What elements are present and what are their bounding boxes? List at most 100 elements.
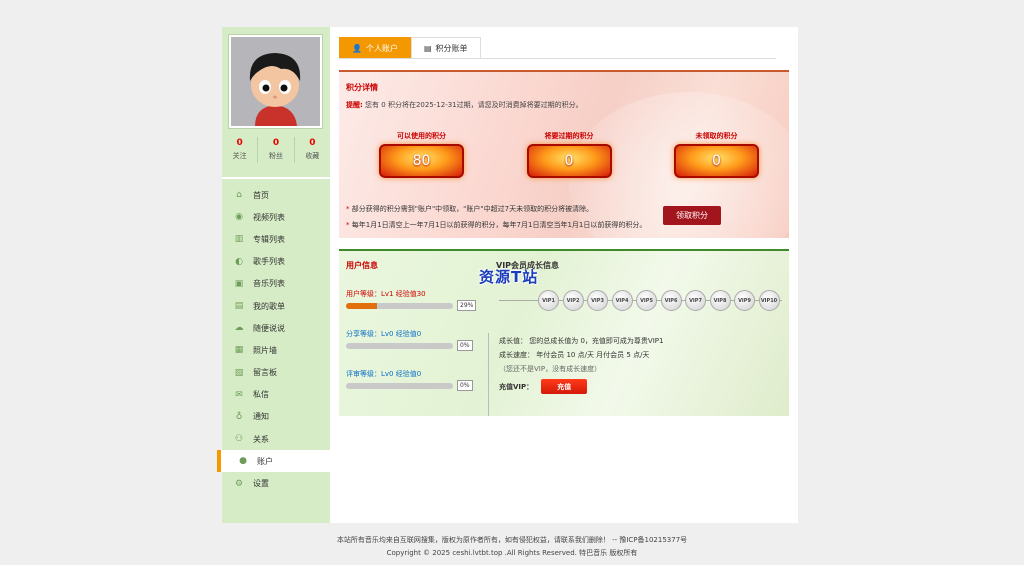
- share-level: 分享等级：Lv0 经验值0 0%: [346, 328, 481, 351]
- rule-text: 部分获得的积分需到"账户"中领取，"账户"中超过7天未领取的积分将被清除。: [351, 205, 594, 213]
- rule-line: * 部分获得的积分需到"账户"中领取，"账户"中超过7天未领取的积分将被清除。: [346, 201, 646, 217]
- bill-icon: ▤: [423, 43, 432, 53]
- album-icon: ▥: [234, 234, 244, 245]
- tab-personal-account[interactable]: 👤 个人账户: [339, 37, 411, 58]
- vip-level-badge: VIP5: [636, 290, 657, 311]
- bell-icon: ♁: [235, 411, 243, 422]
- sidebar-item-albums[interactable]: ▥ 专辑列表: [222, 228, 330, 250]
- badge-label: 未领取的积分: [695, 132, 738, 140]
- progress-bar: [346, 382, 453, 389]
- progress-percent: 0%: [457, 380, 473, 391]
- sidebar-item-videos[interactable]: ◉ 视频列表: [222, 206, 330, 228]
- recharge-vip-row: 充值VIP： 充值: [499, 379, 588, 394]
- growth-speed: 成长速度： 年付会员 10 点/天 月付会员 5 点/天: [499, 351, 650, 359]
- progress-bar: [346, 342, 453, 349]
- chat-icon: ☁: [234, 323, 244, 334]
- vip-level-track: VIP1 VIP2 VIP3 VIP4 VIP5 VIP6 VIP7 VIP8 …: [538, 290, 780, 311]
- stat-favorites[interactable]: 0 收藏: [293, 137, 330, 163]
- rule-text: 每年1月1日清空上一年7月1日以前获得的积分，每年7月1日清空当年1月1日以前获…: [351, 221, 647, 229]
- vip-level-badge: VIP2: [562, 290, 584, 311]
- sidebar-item-label: 设置: [253, 479, 269, 489]
- user-icon: 👤: [352, 43, 362, 53]
- tab-label: 个人账户: [365, 43, 398, 53]
- points-title: 积分详情: [346, 83, 378, 92]
- progress-fill: [346, 302, 378, 309]
- user-icon: ●: [239, 456, 247, 467]
- stat-fans[interactable]: 0 粉丝: [257, 137, 293, 163]
- sidebar-item-label: 留言板: [253, 368, 277, 378]
- growth-info: 成长值： 您的总成长值为 0，充值即可成为尊贵VIP1 成长速度： 年付会员 1…: [499, 334, 663, 376]
- sidebar-item-music[interactable]: ▣ 音乐列表: [222, 273, 330, 295]
- badge-expiring-points: 将要过期的积分 0: [526, 131, 612, 178]
- home-icon: ⌂: [236, 190, 242, 201]
- stat-label: 关注: [232, 152, 247, 160]
- profile-stats: 0 关注 0 粉丝 0 收藏: [222, 137, 330, 163]
- sidebar-item-label: 音乐列表: [253, 279, 285, 289]
- vip-level-badge: VIP8: [709, 290, 731, 311]
- sidebar-item-label: 视频列表: [253, 212, 285, 222]
- sidebar-item-talk[interactable]: ☁ 随便说说: [222, 317, 330, 339]
- stat-value: 0: [236, 138, 243, 148]
- sidebar-item-label: 首页: [253, 190, 269, 200]
- avatar[interactable]: [228, 34, 323, 129]
- review-level: 评审等级：Lv0 经验值0 0%: [346, 368, 481, 391]
- message-board-icon: ▧: [234, 367, 244, 378]
- level-bar-row: 0%: [346, 340, 481, 351]
- sidebar-item-label: 专辑列表: [253, 234, 285, 244]
- sidebar-item-label: 歌手列表: [253, 257, 285, 267]
- recharge-button[interactable]: 充值: [541, 379, 588, 394]
- badge-unclaimed-points: 未领取的积分 0: [674, 131, 759, 178]
- growth-note: （您还不是VIP，没有成长速度）: [499, 365, 602, 373]
- sidebar-item-home[interactable]: ⌂ 首页: [222, 184, 330, 206]
- sidebar-item-settings[interactable]: ⚙ 设置: [222, 472, 330, 494]
- vip-level-badge: VIP10: [758, 290, 780, 311]
- watermark: 资源T站: [479, 268, 539, 286]
- account-card: 0 关注 0 粉丝 0 收藏 ⌂ 首页 ◉ 视频列表 ▥ 专辑列表 ◐ 歌手列表 ▣ 音乐…: [217, 27, 798, 523]
- badge-value: 80: [379, 144, 464, 178]
- progress-bar: [346, 302, 453, 309]
- user-info-panel: 用户信息 用户等级：Lv1 经验值30 29% 分享等级：Lv0 经验值0 0%…: [339, 249, 789, 416]
- user-info-title: 用户信息: [346, 261, 378, 270]
- sidebar-item-notifications[interactable]: ♁ 通知: [222, 406, 330, 428]
- sidebar-item-account[interactable]: ● 账户: [217, 450, 330, 473]
- claim-points-button[interactable]: 领取积分: [663, 206, 721, 225]
- points-panel: 积分详情 提醒: 您有 0 积分将在2025-12-31过期，请您及时消费掉将要…: [339, 70, 789, 238]
- points-rules: * 部分获得的积分需到"账户"中领取，"账户"中超过7天未领取的积分将被清除。 …: [346, 201, 646, 233]
- sidebar-item-playlists[interactable]: ▤ 我的歌单: [222, 295, 330, 317]
- sidebar-divider: [222, 177, 330, 179]
- footer-disclaimer: 本站所有音乐均来自互联网搜集，版权为原作者所有，如有侵犯权益，请联系我们删除！ …: [336, 536, 688, 544]
- badge-value: 0: [674, 144, 759, 178]
- tab-label: 积分账单: [435, 43, 468, 53]
- level-bar-row: 0%: [346, 380, 481, 391]
- notice-body: 您有 0 积分将在2025-12-31过期，请您及时消费掉将要过期的积分。: [365, 101, 583, 109]
- level-bar-row: 29%: [346, 300, 481, 311]
- level-text: 分享等级：Lv0 经验值0: [346, 330, 422, 338]
- singer-icon: ◐: [235, 256, 243, 267]
- points-badges: 可以使用的积分 80 将要过期的积分 0 未领取的积分 0: [379, 131, 759, 178]
- recharge-label: 充值VIP：: [499, 382, 534, 391]
- gear-icon: ⚙: [234, 478, 244, 489]
- vip-level-badge: VIP7: [685, 290, 706, 311]
- sidebar-item-label: 私信: [253, 390, 269, 400]
- tab-points-bill[interactable]: ▤ 积分账单: [410, 37, 481, 58]
- playlist-icon: ▤: [234, 301, 244, 312]
- vip-level-badge: VIP6: [660, 290, 682, 311]
- notice-prefix: 提醒:: [346, 101, 363, 109]
- photo-icon: ▦: [234, 345, 244, 356]
- sidebar: 0 关注 0 粉丝 0 收藏 ⌂ 首页 ◉ 视频列表 ▥ 专辑列表 ◐ 歌手列表 ▣ 音乐…: [217, 27, 330, 523]
- sidebar-item-messages[interactable]: ✉ 私信: [222, 384, 330, 406]
- vertical-divider: [488, 333, 489, 416]
- sidebar-item-label: 照片墙: [253, 345, 277, 355]
- stat-following[interactable]: 0 关注: [222, 137, 257, 163]
- sidebar-item-guestbook[interactable]: ▧ 留言板: [222, 362, 330, 384]
- sidebar-item-photos[interactable]: ▦ 照片墙: [222, 339, 330, 361]
- sidebar-item-singers[interactable]: ◐ 歌手列表: [222, 251, 330, 273]
- user-level: 用户等级：Lv1 经验值30 29%: [346, 288, 481, 311]
- vip-level-badge: VIP9: [734, 290, 755, 311]
- points-notice: 提醒: 您有 0 积分将在2025-12-31过期，请您及时消费掉将要过期的积分…: [346, 100, 583, 110]
- avatar-image: [231, 37, 320, 126]
- stat-value: 0: [272, 138, 280, 148]
- stat-label: 粉丝: [268, 152, 283, 160]
- relation-icon: ⚇: [234, 434, 244, 445]
- sidebar-item-relations[interactable]: ⚇ 关系: [222, 428, 330, 450]
